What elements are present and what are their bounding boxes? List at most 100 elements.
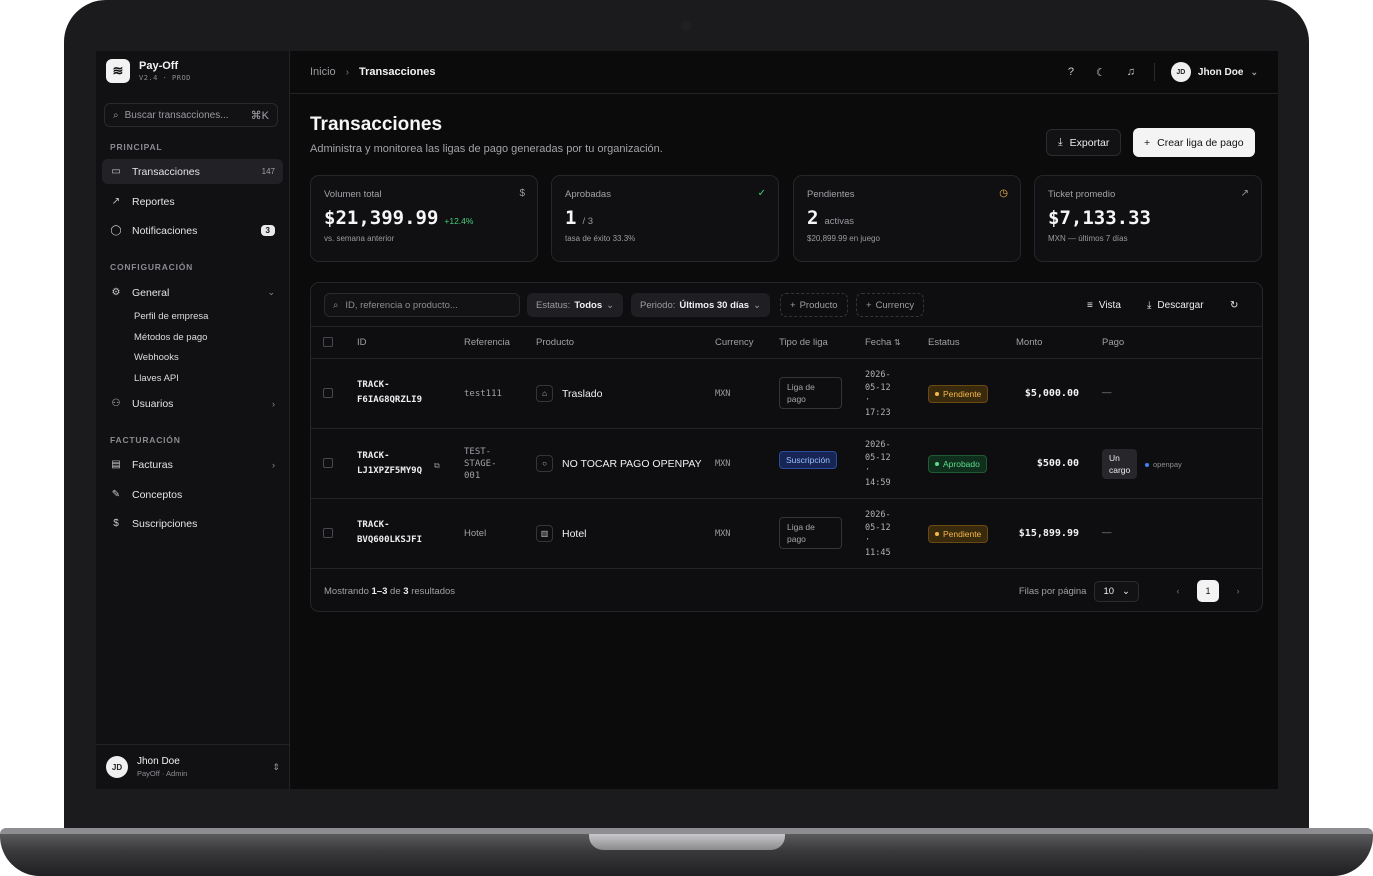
col-estatus[interactable]: Estatus xyxy=(928,337,960,348)
currency-filter[interactable]: + Currency xyxy=(856,293,925,317)
row-id-line: BVQ600LKSJFI xyxy=(357,535,423,545)
user-plus-icon: ⚇ xyxy=(111,398,121,409)
period-filter[interactable]: Periodo: Últimos 30 días ⌄ xyxy=(631,293,771,317)
edit-box-icon: ✎ xyxy=(111,489,121,500)
summary-text: resultados xyxy=(411,585,456,597)
stat-value: 1 / 3 xyxy=(565,207,765,229)
status-dot xyxy=(935,392,939,396)
stat-small: / 3 xyxy=(582,216,594,227)
col-producto[interactable]: Producto xyxy=(536,337,574,348)
refresh-button[interactable]: ↻ xyxy=(1230,293,1238,317)
page-button-current[interactable]: 1 xyxy=(1197,580,1219,602)
chevron-right-icon: › xyxy=(272,459,275,470)
sidebar-item-reportes[interactable]: ↗ Reportes xyxy=(102,189,283,214)
table-row[interactable]: TRACK- LJ1XPZF5MY9Q ⧉ TEST- STAGE- 001 ○… xyxy=(311,429,1262,499)
stat-card-ticket: Ticket promedio ↗ $7,133.33 MXN — último… xyxy=(1034,175,1262,262)
table-search-input[interactable]: ⌕ ID, referencia o producto... xyxy=(324,293,520,317)
tipo-badge: Suscripción xyxy=(779,451,837,469)
row-amount: $500.00 xyxy=(1036,458,1079,469)
row-amount: $15,899.99 xyxy=(1018,528,1079,539)
sidebar-item-label: Reportes xyxy=(132,195,175,208)
create-label: Crear liga de pago xyxy=(1157,136,1244,149)
row-currency: MXN xyxy=(715,529,731,539)
status-dot xyxy=(935,462,939,466)
user-menu[interactable]: JD Jhon Doe ⌄ xyxy=(1170,62,1258,82)
sidebar-sub-perfil[interactable]: Perfil de empresa xyxy=(134,311,208,322)
pago-line: cargo xyxy=(1109,465,1131,475)
product-filter[interactable]: + Producto xyxy=(780,293,848,317)
sidebar-sub-llaves[interactable]: Llaves API xyxy=(134,373,179,384)
plus-icon: + xyxy=(1144,136,1151,149)
chevron-right-icon: › xyxy=(345,66,350,78)
table-footer: Mostrando 1–3 de 3 resultados Filas por … xyxy=(311,569,1262,611)
col-tipo[interactable]: Tipo de liga xyxy=(779,337,828,348)
brand[interactable]: ≋ Pay-Off V2.4 · PROD xyxy=(106,59,191,83)
row-status: Aprobado xyxy=(928,455,987,473)
sidebar-item-general[interactable]: ⚙ General ⌄ xyxy=(102,280,283,305)
brand-version: V2.4 · PROD xyxy=(139,74,191,82)
sidebar-item-usuarios[interactable]: ⚇ Usuarios › xyxy=(102,391,283,416)
stat-foot: $20,899.99 en juego xyxy=(807,234,880,243)
next-page-button[interactable]: › xyxy=(1227,580,1249,602)
col-monto[interactable]: Monto xyxy=(1016,337,1042,348)
sidebar-search[interactable]: ⌕ Buscar transacciones... ⌘K xyxy=(104,103,278,127)
date-line: · xyxy=(865,535,871,545)
chart-line-icon: ↗ xyxy=(1240,188,1249,199)
rows-per-page-select[interactable]: 10 ⌄ xyxy=(1094,580,1139,602)
col-referencia[interactable]: Referencia xyxy=(464,337,510,348)
building-icon: ▥ xyxy=(536,525,553,542)
stat-label: Volumen total xyxy=(324,189,382,200)
sidebar-sub-webhooks[interactable]: Webhooks xyxy=(134,352,179,363)
select-all-checkbox[interactable] xyxy=(323,337,333,347)
date-line: · xyxy=(865,395,871,405)
moon-icon[interactable]: ☾ xyxy=(1094,66,1108,79)
sidebar-item-conceptos[interactable]: ✎ Conceptos xyxy=(102,482,283,507)
col-fecha[interactable]: Fecha ⇅ xyxy=(865,337,901,348)
view-button[interactable]: ≡ Vista xyxy=(1087,293,1121,317)
filter-label: Producto xyxy=(799,299,838,311)
table-row[interactable]: TRACK- F6IAG8QRZLI9 test111 ⌂ Traslado M… xyxy=(311,359,1262,429)
count-badge: 147 xyxy=(261,167,275,176)
row-id[interactable]: TRACK- F6IAG8QRZLI9 xyxy=(357,378,422,408)
copy-icon[interactable]: ⧉ xyxy=(434,461,440,471)
status-filter[interactable]: Estatus: Todos ⌄ xyxy=(527,293,624,317)
row-id[interactable]: TRACK- LJ1XPZF5MY9Q xyxy=(357,449,422,479)
col-pago[interactable]: Pago xyxy=(1102,337,1124,348)
stat-value: $21,399.99 +12.4% xyxy=(324,207,524,229)
row-id[interactable]: TRACK- BVQ600LKSJFI xyxy=(357,518,422,548)
search-placeholder: ID, referencia o producto... xyxy=(345,299,458,311)
plus-icon: + xyxy=(866,299,872,311)
row-pago: — xyxy=(1102,387,1112,398)
prev-page-button[interactable]: ‹ xyxy=(1167,580,1189,602)
sidebar-item-notificaciones[interactable]: ◯ Notificaciones 3 xyxy=(102,218,283,243)
row-checkbox[interactable] xyxy=(323,528,333,538)
sidebar: ≋ Pay-Off V2.4 · PROD ⌕ Buscar transacci… xyxy=(96,51,290,789)
date-line: 11:45 xyxy=(865,547,891,558)
create-link-button[interactable]: + Crear liga de pago xyxy=(1133,128,1255,157)
row-checkbox[interactable] xyxy=(323,388,333,398)
breadcrumb-home[interactable]: Inicio xyxy=(310,66,336,78)
bell-icon[interactable]: ♫ xyxy=(1124,66,1138,78)
sidebar-item-suscripciones[interactable]: $ Suscripciones xyxy=(102,511,283,536)
help-icon[interactable]: ? xyxy=(1064,66,1078,78)
sidebar-sub-metodos[interactable]: Métodos de pago xyxy=(134,332,207,343)
col-id[interactable]: ID xyxy=(357,337,367,348)
filter-value: Todos xyxy=(574,299,603,311)
table-row[interactable]: TRACK- BVQ600LKSJFI Hotel ▥ Hotel MXN Li… xyxy=(311,499,1262,569)
date-line: · xyxy=(865,465,871,475)
view-label: Vista xyxy=(1098,299,1121,311)
stat-small: activas xyxy=(824,216,855,227)
col-currency[interactable]: Currency xyxy=(715,337,754,348)
export-button[interactable]: ⤓ Exportar xyxy=(1046,129,1122,156)
sidebar-item-transacciones[interactable]: ▭ Transacciones 147 xyxy=(102,159,283,184)
filter-label: Currency xyxy=(875,299,915,311)
date-line: 2026- xyxy=(865,370,891,380)
circle-icon: ○ xyxy=(536,455,553,472)
sidebar-item-label: Notificaciones xyxy=(132,224,198,237)
row-product: ▥ Hotel xyxy=(536,525,587,542)
sidebar-user-menu[interactable]: JD Jhon Doe PayOff · Admin ⇕ xyxy=(96,744,290,789)
sidebar-item-facturas[interactable]: ▤ Facturas › xyxy=(102,452,283,477)
row-checkbox[interactable] xyxy=(323,458,333,468)
download-button[interactable]: ⤓ Descargar xyxy=(1147,293,1204,317)
product-name: NO TOCAR PAGO OPENPAY xyxy=(562,457,702,470)
